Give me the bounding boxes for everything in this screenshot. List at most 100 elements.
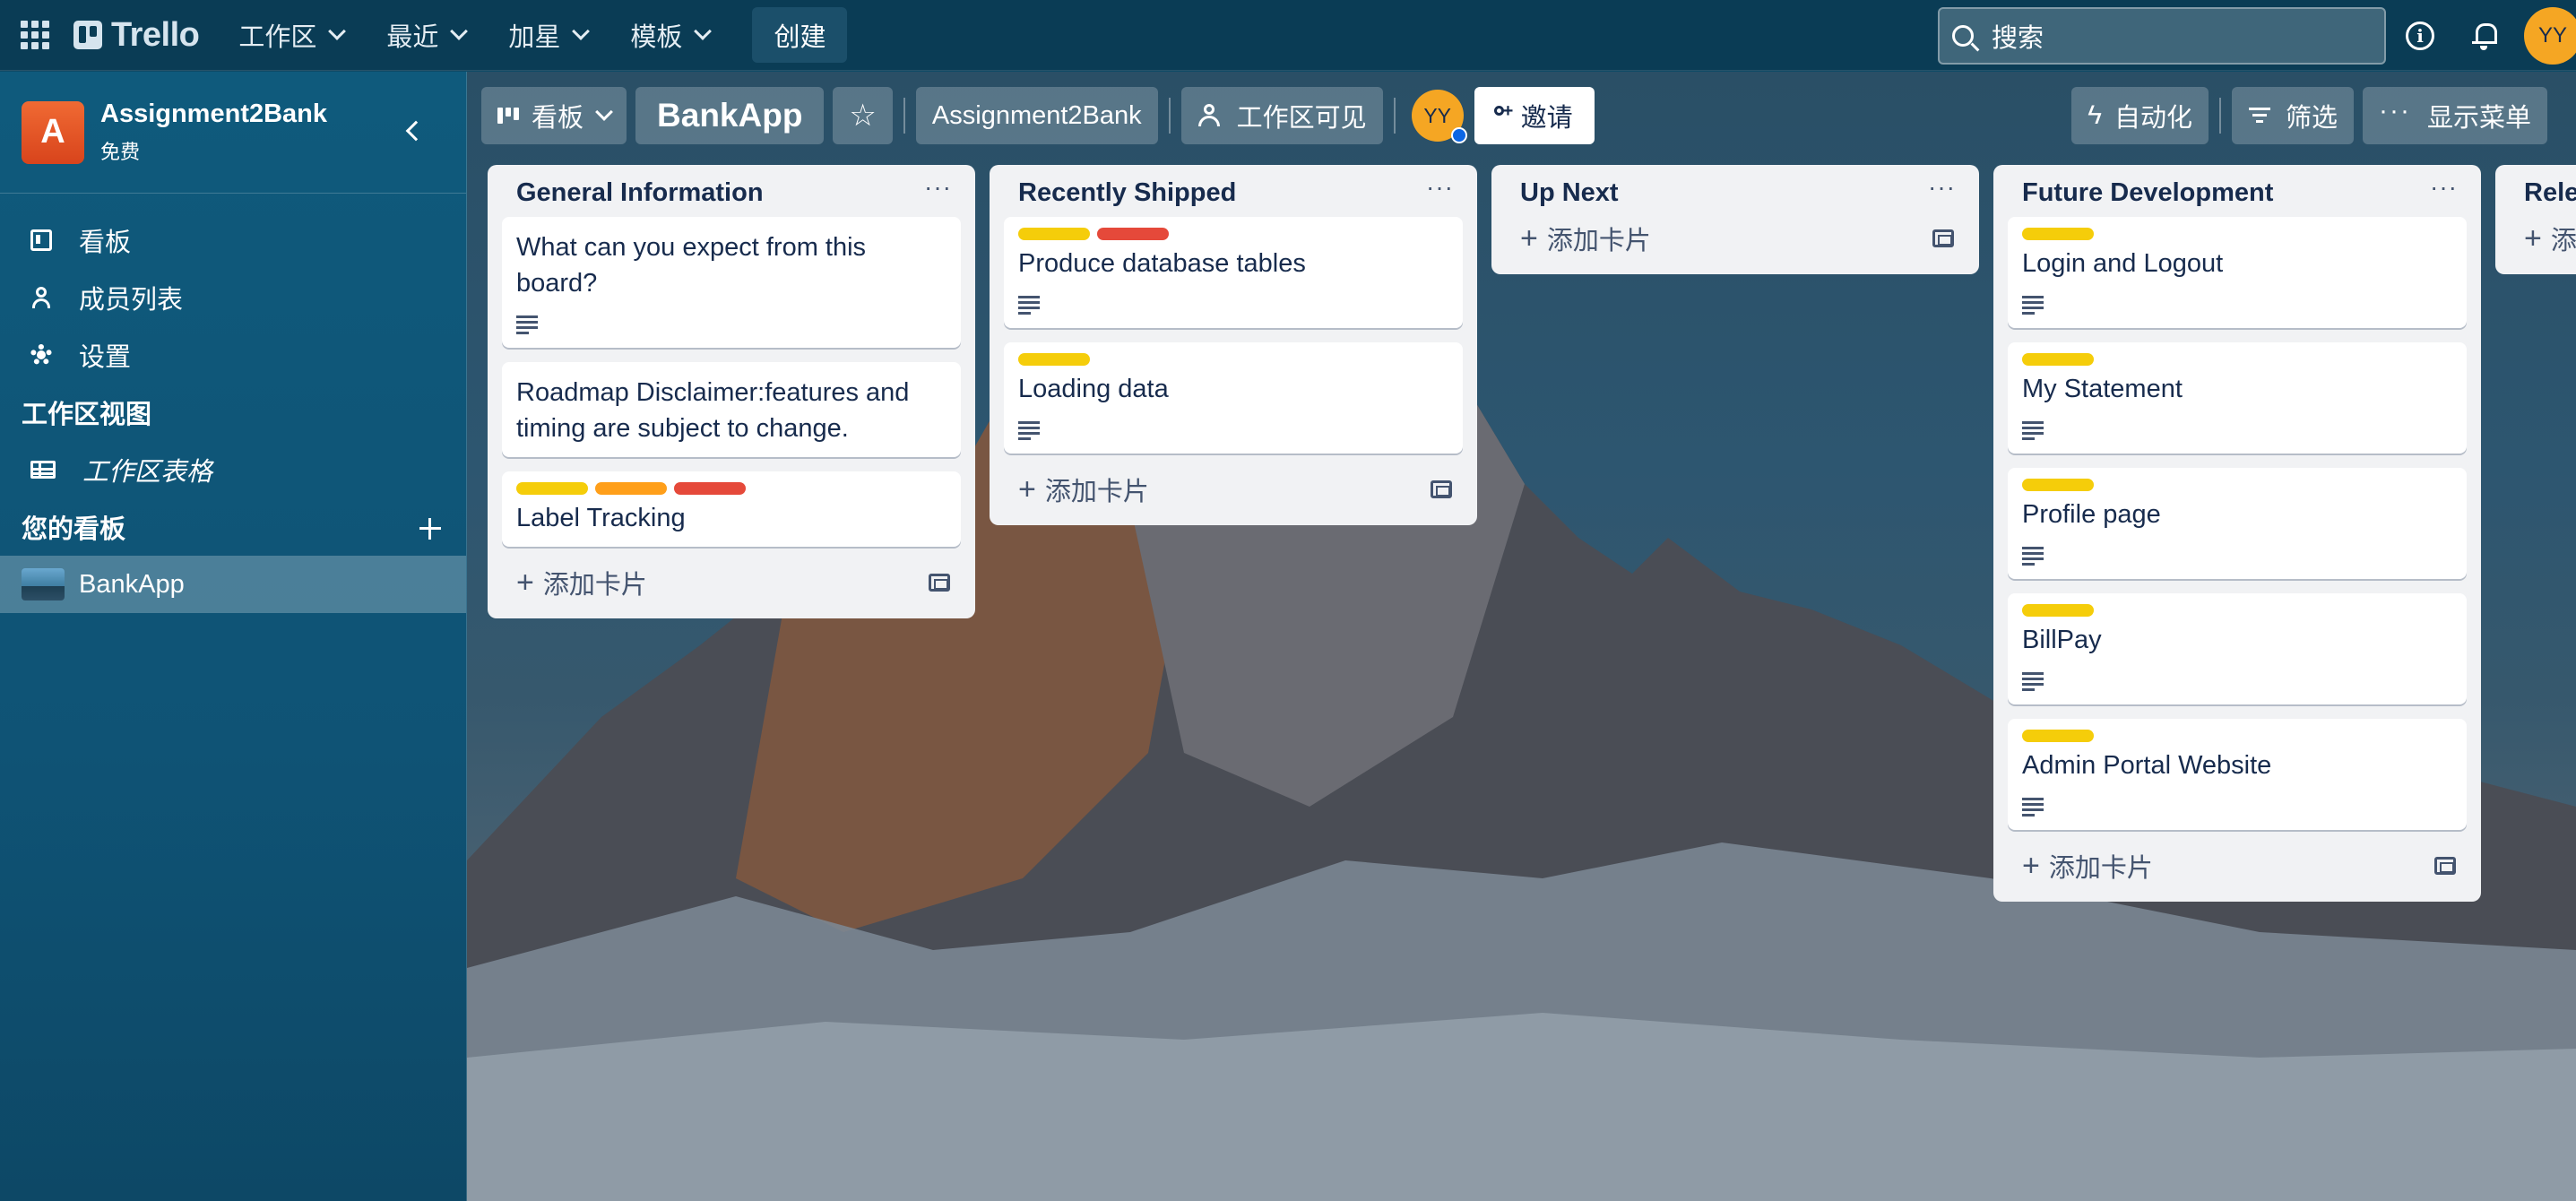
label-yellow[interactable] bbox=[516, 482, 588, 495]
sidebar-board-bankapp[interactable]: BankApp bbox=[0, 556, 466, 613]
apps-grid-icon[interactable] bbox=[20, 20, 50, 50]
add-card-button[interactable]: + 添加卡片 bbox=[1520, 220, 1651, 257]
board-canvas: 看板 BankApp ☆ Assignment2Bank 工作区可见 YY 邀请… bbox=[467, 72, 2576, 1201]
card-title: My Statement bbox=[2022, 375, 2183, 403]
card-title: Produce database tables bbox=[1018, 249, 1306, 278]
label-red[interactable] bbox=[674, 482, 746, 495]
sidebar-item-settings[interactable]: 设置 bbox=[0, 326, 466, 384]
card[interactable]: Roadmap Disclaimer:features and timing a… bbox=[502, 362, 961, 457]
plus-icon: + bbox=[1520, 220, 1538, 255]
menu-starred[interactable]: 加星 bbox=[508, 16, 591, 54]
menu-templates[interactable]: 模板 bbox=[630, 16, 713, 54]
invite-button[interactable]: 邀请 bbox=[1474, 87, 1595, 144]
card-labels bbox=[2022, 730, 2452, 742]
filter-label: 筛选 bbox=[2285, 104, 2338, 133]
create-from-template-icon[interactable] bbox=[1932, 229, 1954, 247]
add-card-button[interactable]: + 添加卡片 bbox=[1018, 471, 1149, 508]
label-yellow[interactable] bbox=[2022, 228, 2094, 240]
description-icon bbox=[2022, 421, 2044, 440]
create-from-template-icon[interactable] bbox=[1431, 480, 1452, 498]
list-up-next: Up Next ··· + 添加卡片 bbox=[1491, 165, 1979, 274]
visibility-button[interactable]: 工作区可见 bbox=[1180, 87, 1383, 144]
trello-logo[interactable]: Trello bbox=[73, 15, 200, 55]
card[interactable]: Label Tracking bbox=[502, 471, 961, 547]
list-future-development: Future Development ··· Login and Logout … bbox=[1993, 165, 2481, 902]
card-labels bbox=[1018, 228, 1448, 240]
show-menu-button[interactable]: ··· 显示菜单 bbox=[2363, 87, 2547, 144]
card[interactable]: Admin Portal Website bbox=[2008, 719, 2467, 830]
list-title[interactable]: General Information bbox=[516, 178, 764, 208]
list-title[interactable]: Up Next bbox=[1520, 178, 1619, 208]
label-yellow[interactable] bbox=[2022, 479, 2094, 491]
list-title[interactable]: Recently Shipped bbox=[1018, 178, 1236, 208]
card-title: Login and Logout bbox=[2022, 249, 2224, 278]
description-icon bbox=[1018, 421, 1040, 440]
menu-recent[interactable]: 最近 bbox=[386, 16, 469, 54]
notification-bell-icon[interactable] bbox=[2470, 21, 2497, 51]
card[interactable]: Produce database tables bbox=[1004, 217, 1463, 328]
add-card-row: + 添 bbox=[2510, 217, 2576, 260]
member-avatar[interactable]: YY bbox=[1411, 90, 1467, 143]
search-input[interactable]: 搜索 bbox=[1938, 6, 2386, 65]
plus-icon: + bbox=[2022, 848, 2040, 883]
list-title[interactable]: Future Development bbox=[2022, 178, 2273, 208]
admin-badge-icon bbox=[1450, 127, 1467, 143]
sidebar-item-members[interactable]: 成员列表 bbox=[0, 269, 466, 326]
list-actions-icon[interactable]: ··· bbox=[2430, 173, 2458, 202]
add-card-button[interactable]: + 添加卡片 bbox=[2022, 847, 2153, 885]
card[interactable]: Profile page bbox=[2008, 468, 2467, 579]
sidebar-item-label: 设置 bbox=[79, 343, 132, 372]
sidebar-item-boards[interactable]: 看板 bbox=[0, 212, 466, 269]
star-board-button[interactable]: ☆ bbox=[833, 87, 893, 144]
card[interactable]: Login and Logout bbox=[2008, 217, 2467, 328]
label-yellow[interactable] bbox=[2022, 604, 2094, 617]
show-menu-label: 显示菜单 bbox=[2426, 104, 2531, 133]
automation-button[interactable]: ϟ 自动化 bbox=[2071, 87, 2209, 144]
card-labels bbox=[516, 482, 947, 495]
trello-logo-text: Trello bbox=[111, 15, 200, 54]
account-avatar[interactable]: YY bbox=[2524, 6, 2576, 65]
add-board-plus-icon[interactable] bbox=[419, 518, 441, 540]
view-switcher-button[interactable]: 看板 bbox=[481, 87, 627, 144]
your-boards-label: 您的看板 bbox=[22, 515, 126, 544]
workspace-button[interactable]: Assignment2Bank bbox=[915, 87, 1158, 144]
card[interactable]: Loading data bbox=[1004, 342, 1463, 454]
add-card-button[interactable]: + 添 bbox=[2524, 220, 2576, 257]
card[interactable]: My Statement bbox=[2008, 342, 2467, 454]
board-title[interactable]: BankApp bbox=[635, 87, 825, 144]
filter-button[interactable]: 筛选 bbox=[2231, 87, 2354, 144]
member-avatar-initials: YY bbox=[1423, 103, 1452, 127]
list-header: Recently Shipped ··· bbox=[1004, 172, 1463, 213]
collapse-sidebar-icon[interactable] bbox=[405, 120, 427, 142]
workspace-name[interactable]: Assignment2Bank bbox=[100, 99, 327, 129]
view-switcher-label: 看板 bbox=[532, 104, 584, 133]
card[interactable]: What can you expect from this board? bbox=[502, 217, 961, 348]
card[interactable]: BillPay bbox=[2008, 593, 2467, 704]
add-card-row: + 添加卡片 bbox=[502, 561, 961, 604]
list-title[interactable]: Rele bbox=[2524, 178, 2576, 208]
create-from-template-icon[interactable] bbox=[929, 574, 950, 592]
menu-starred-label: 加星 bbox=[508, 23, 561, 52]
sidebar-item-label: 成员列表 bbox=[79, 286, 184, 315]
label-yellow[interactable] bbox=[1018, 228, 1090, 240]
add-card-row: + 添加卡片 bbox=[1004, 468, 1463, 511]
add-member-icon bbox=[1492, 101, 1514, 126]
card-title: What can you expect from this board? bbox=[516, 233, 867, 298]
label-red[interactable] bbox=[1097, 228, 1169, 240]
list-actions-icon[interactable]: ··· bbox=[1928, 173, 1956, 202]
create-button[interactable]: 创建 bbox=[752, 7, 848, 63]
card-labels bbox=[2022, 228, 2452, 240]
list-actions-icon[interactable]: ··· bbox=[924, 173, 952, 202]
label-yellow[interactable] bbox=[2022, 353, 2094, 366]
label-yellow[interactable] bbox=[2022, 730, 2094, 742]
search-icon bbox=[1952, 24, 1974, 47]
add-card-label: 添加卡片 bbox=[1546, 227, 1651, 255]
add-card-button[interactable]: + 添加卡片 bbox=[516, 564, 647, 601]
label-yellow[interactable] bbox=[1018, 353, 1090, 366]
label-orange[interactable] bbox=[595, 482, 667, 495]
info-icon[interactable]: i bbox=[2406, 21, 2434, 50]
sidebar-item-workspace-table[interactable]: 工作区表格 bbox=[0, 441, 466, 498]
menu-workspaces[interactable]: 工作区 bbox=[238, 16, 347, 54]
create-from-template-icon[interactable] bbox=[2434, 857, 2456, 875]
list-actions-icon[interactable]: ··· bbox=[1426, 173, 1454, 202]
